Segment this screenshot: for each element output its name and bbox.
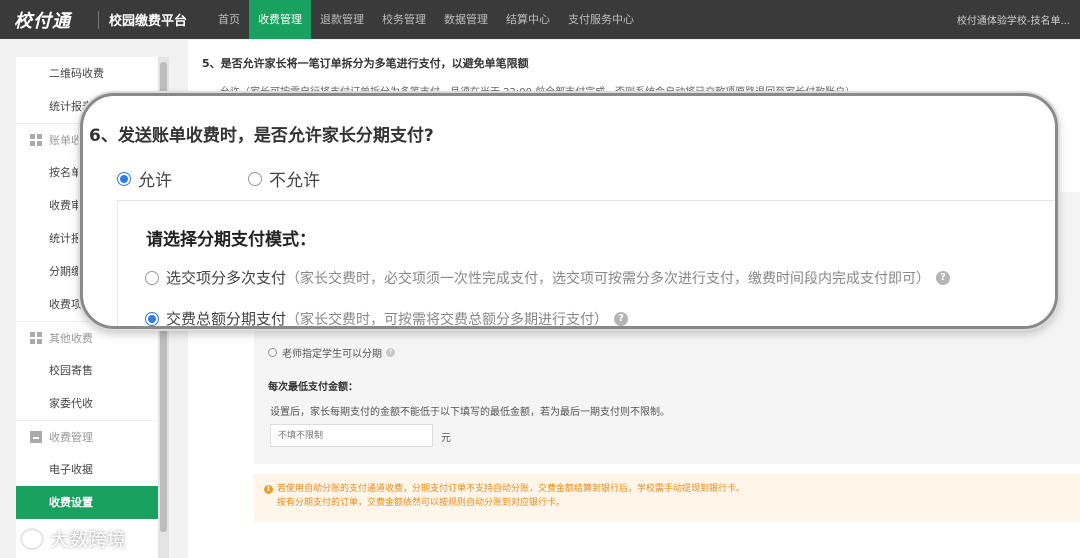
min-payment-input[interactable] bbox=[270, 424, 433, 447]
disallow-label[interactable]: 不允许 bbox=[269, 166, 320, 191]
allow-label[interactable]: 允许 bbox=[138, 166, 172, 191]
nav-refund-management[interactable]: 退款管理 bbox=[311, 0, 373, 39]
sidebar-group-label: 其他收费 bbox=[49, 331, 93, 345]
grid-icon bbox=[30, 332, 42, 344]
help-icon[interactable]: ? bbox=[614, 311, 629, 326]
disallow-radio[interactable] bbox=[248, 171, 262, 186]
sidebar-item-campus-consignment[interactable]: 校园寄售 bbox=[16, 354, 158, 387]
help-icon[interactable]: ? bbox=[386, 348, 395, 357]
watermark-logo-icon bbox=[22, 529, 42, 548]
teacher-assigned-label: 老师指定学生可以分期 bbox=[282, 349, 382, 360]
download-icon bbox=[30, 431, 42, 443]
mode-optional-items-option[interactable]: 选交项分多次支付 （家长交费时，必交项须一次性完成支付，选交项可按需分多次进行支… bbox=[145, 267, 951, 288]
allow-radio[interactable] bbox=[117, 171, 131, 186]
sidebar-group-fee-admin[interactable]: 收费管理 bbox=[16, 420, 158, 453]
mode-total-installment-desc: （家长交费时，可按需将交费总额分多期进行支付） bbox=[286, 311, 609, 328]
radio-button[interactable] bbox=[268, 348, 277, 357]
sidebar-item-parent-committee[interactable]: 家委代收 bbox=[16, 387, 158, 420]
question-5-title: 5、是否允许家长将一笔订单拆分为多笔进行支付，以避免单笔限额 bbox=[202, 57, 529, 70]
mode-optional-items-radio[interactable] bbox=[145, 270, 159, 285]
nav-school-affairs[interactable]: 校务管理 bbox=[373, 0, 435, 39]
question-6-title: 6、发送账单收费时，是否允许家长分期支付? bbox=[89, 126, 434, 146]
teacher-assigned-option[interactable]: 老师指定学生可以分期 ? bbox=[268, 345, 395, 360]
grid-icon bbox=[30, 134, 42, 146]
warning-text-2: 按有分期支付的订单，交费金额依然可以按规则自动分账到对应银行卡。 bbox=[277, 498, 566, 508]
installment-mode-title: 请选择分期支付模式： bbox=[146, 230, 316, 250]
mode-total-installment-label: 交费总额分期支付 bbox=[166, 310, 287, 328]
sidebar-item-qrcode-fee[interactable]: 二维码收费 bbox=[16, 57, 158, 90]
help-icon[interactable]: ? bbox=[936, 270, 951, 285]
min-payment-description: 设置后，家长每期支付的金额不能低于以下填写的最低金额，若为最后一期支付则不限制。 bbox=[270, 407, 670, 418]
top-bar: 校付通 校园缴费平台 首页 收费管理 退款管理 校务管理 数据管理 结算中心 支… bbox=[0, 0, 1080, 39]
mode-optional-items-desc: （家长交费时，必交项须一次性完成支付，选交项可按需分多次进行支付，缴费时间段内完… bbox=[286, 270, 931, 287]
nav-payment-service[interactable]: 支付服务中心 bbox=[559, 0, 643, 39]
watermark: 大数跨境 bbox=[22, 525, 126, 552]
warning-text-1: 若使用自动分账的支付通道收费，分期支付订单不支持自动分账，交费金额结算到银行后，… bbox=[277, 484, 746, 494]
nav-settlement-center[interactable]: 结算中心 bbox=[497, 0, 559, 39]
sidebar-item-fee-settings[interactable]: 收费设置 bbox=[16, 486, 158, 519]
currency-unit: 元 bbox=[441, 433, 451, 444]
main-nav: 首页 收费管理 退款管理 校务管理 数据管理 结算中心 支付服务中心 bbox=[209, 0, 643, 39]
mode-total-installment-option[interactable]: 交费总额分期支付 （家长交费时，可按需将交费总额分多期进行支付） ? bbox=[145, 308, 629, 328]
platform-title: 校园缴费平台 bbox=[109, 14, 188, 29]
nav-data-management[interactable]: 数据管理 bbox=[435, 0, 497, 39]
mode-optional-items-label: 选交项分多次支付 bbox=[166, 269, 287, 287]
sidebar-group-label: 收费管理 bbox=[49, 430, 93, 444]
nav-fee-management[interactable]: 收费管理 bbox=[249, 0, 311, 39]
min-payment-title: 每次最低支付金额： bbox=[268, 382, 358, 393]
watermark-text: 大数跨境 bbox=[50, 529, 127, 551]
warning-line-1: ! 若使用自动分账的支付通道收费，分期支付订单不支持自动分账，交费金额结算到银行后… bbox=[264, 482, 1080, 496]
warning-notice: ! 若使用自动分账的支付通道收费，分期支付订单不支持自动分账，交费金额结算到银行后… bbox=[254, 474, 1080, 522]
warning-icon: ! bbox=[264, 485, 273, 494]
zoom-callout: 6、发送账单收费时，是否允许家长分期支付? 允许 不允许 请选择分期支付模式： … bbox=[80, 93, 1058, 329]
installment-allow-radio-group: 允许 不允许 bbox=[117, 166, 320, 191]
mode-total-installment-radio[interactable] bbox=[145, 311, 159, 326]
sidebar-item-e-receipt[interactable]: 电子收据 bbox=[16, 453, 158, 486]
app-logo[interactable]: 校付通 bbox=[0, 0, 98, 39]
nav-home[interactable]: 首页 bbox=[209, 0, 249, 39]
account-menu[interactable]: 校付通体验学校-技名单... bbox=[957, 12, 1080, 27]
installment-mode-box: 请选择分期支付模式： 选交项分多次支付 （家长交费时，必交项须一次性完成支付，选… bbox=[117, 200, 1055, 328]
